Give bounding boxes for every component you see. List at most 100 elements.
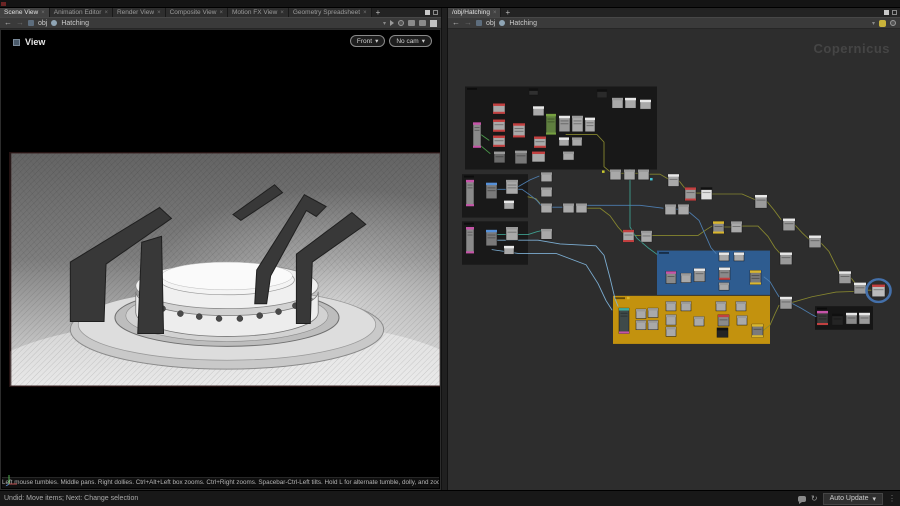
graph-node[interactable] <box>694 317 704 326</box>
pane-layout-icon[interactable] <box>425 10 430 15</box>
network-path-icon[interactable] <box>28 20 34 26</box>
path-dropdown-icon[interactable]: ▾ <box>872 20 875 27</box>
path-dropdown-icon[interactable]: ▾ <box>383 20 386 27</box>
graph-node[interactable] <box>493 120 505 132</box>
graph-node[interactable] <box>846 313 857 324</box>
display-options-icon[interactable] <box>430 20 437 27</box>
graph-node[interactable] <box>466 227 474 253</box>
graph-node[interactable] <box>624 169 635 179</box>
graph-node[interactable] <box>716 301 726 310</box>
breadcrumb-node[interactable]: Hatching <box>509 20 537 27</box>
graph-node[interactable] <box>534 136 546 147</box>
message-bubble-icon[interactable] <box>798 496 806 502</box>
graph-node[interactable] <box>576 203 587 212</box>
tab-close-icon[interactable]: × <box>280 10 284 16</box>
graph-node[interactable] <box>701 187 712 199</box>
python-icon[interactable] <box>879 20 886 27</box>
forward-arrow-icon[interactable]: → <box>464 19 472 27</box>
graph-node[interactable] <box>780 297 792 309</box>
scene-viewport[interactable]: View Front ▾ No cam ▾ <box>0 29 441 490</box>
graph-node[interactable] <box>572 137 582 145</box>
graph-node[interactable] <box>541 187 552 196</box>
graph-node[interactable] <box>504 246 514 254</box>
graph-node[interactable] <box>529 88 538 95</box>
breadcrumb-node[interactable]: Hatching <box>61 20 89 27</box>
flag-dot[interactable] <box>602 170 605 172</box>
graph-node[interactable] <box>731 221 742 232</box>
graph-node[interactable] <box>678 204 689 214</box>
graph-node[interactable] <box>612 98 623 108</box>
flag-dot[interactable] <box>650 178 653 180</box>
graph-node[interactable] <box>641 231 652 242</box>
graph-node[interactable] <box>572 116 583 132</box>
graph-node[interactable] <box>541 203 552 212</box>
graph-node[interactable] <box>737 316 747 325</box>
flag-dot[interactable] <box>627 297 630 299</box>
tab-obj-hatching[interactable]: /obj/Hatching× <box>448 8 501 17</box>
graph-node[interactable] <box>817 311 828 325</box>
node-graph[interactable] <box>448 29 900 490</box>
breadcrumb-root[interactable]: obj <box>486 20 495 27</box>
tab-motion-fx-view[interactable]: Motion FX View× <box>228 8 289 17</box>
graph-node[interactable] <box>610 169 621 179</box>
graph-node[interactable] <box>694 268 705 281</box>
graph-node[interactable] <box>717 328 728 337</box>
snapshot-icon[interactable] <box>419 20 426 26</box>
graph-node[interactable] <box>515 151 527 164</box>
graph-node[interactable] <box>532 152 545 162</box>
graph-node[interactable] <box>734 252 744 260</box>
graph-node[interactable] <box>493 103 505 113</box>
graph-node[interactable] <box>719 283 729 291</box>
pane-menu-icon[interactable] <box>433 10 438 15</box>
tab-close-icon[interactable]: × <box>219 10 223 16</box>
graph-node[interactable] <box>681 301 691 310</box>
graph-node[interactable] <box>832 314 843 325</box>
graph-node[interactable] <box>648 308 658 317</box>
graph-node[interactable] <box>563 152 574 160</box>
graph-node[interactable] <box>755 195 767 208</box>
graph-node[interactable] <box>809 235 821 247</box>
graph-node[interactable] <box>713 221 724 233</box>
network-path-icon[interactable] <box>476 20 482 26</box>
snap-icon[interactable] <box>398 20 404 26</box>
graph-node[interactable] <box>719 252 729 260</box>
refresh-icon[interactable]: ↻ <box>811 495 818 503</box>
graph-node[interactable] <box>854 283 866 294</box>
new-tab-button[interactable]: + <box>501 8 514 17</box>
graph-node[interactable] <box>640 100 651 109</box>
graph-node[interactable] <box>648 320 658 329</box>
graph-node[interactable] <box>506 227 518 240</box>
pin-icon[interactable] <box>390 20 394 26</box>
graph-node[interactable] <box>666 315 676 325</box>
graph-node[interactable] <box>493 136 505 147</box>
graph-node[interactable] <box>839 271 851 283</box>
graph-node[interactable] <box>585 118 595 132</box>
graph-node[interactable] <box>719 268 730 280</box>
graph-node[interactable] <box>636 320 646 329</box>
graph-node[interactable] <box>504 201 514 209</box>
forward-arrow-icon[interactable]: → <box>16 19 24 27</box>
tab-close-icon[interactable]: × <box>493 10 497 16</box>
tab-close-icon[interactable]: × <box>157 10 161 16</box>
graph-node[interactable] <box>636 309 646 318</box>
auto-update-dropdown[interactable]: Auto Update ▾ <box>823 493 883 505</box>
graph-node[interactable] <box>783 219 795 231</box>
graph-node[interactable] <box>780 252 792 264</box>
graph-node[interactable] <box>623 230 634 242</box>
breadcrumb-root[interactable]: obj <box>38 20 47 27</box>
graph-node[interactable] <box>533 106 544 115</box>
tab-scene-view[interactable]: Scene View× <box>0 8 50 17</box>
network-options-icon[interactable] <box>890 20 896 26</box>
back-arrow-icon[interactable]: ← <box>4 19 12 27</box>
graph-node[interactable] <box>546 114 556 135</box>
graph-node[interactable] <box>666 327 676 336</box>
graph-node[interactable] <box>486 183 497 199</box>
graph-node[interactable] <box>619 308 629 333</box>
graph-node[interactable] <box>681 273 691 282</box>
network-canvas[interactable]: Copernicus <box>448 29 900 490</box>
new-tab-button[interactable]: + <box>372 8 385 17</box>
graph-node[interactable] <box>559 116 570 132</box>
graph-node[interactable] <box>559 137 569 145</box>
overflow-menu-icon[interactable]: ⋮ <box>888 494 896 503</box>
graph-node[interactable] <box>666 301 676 310</box>
